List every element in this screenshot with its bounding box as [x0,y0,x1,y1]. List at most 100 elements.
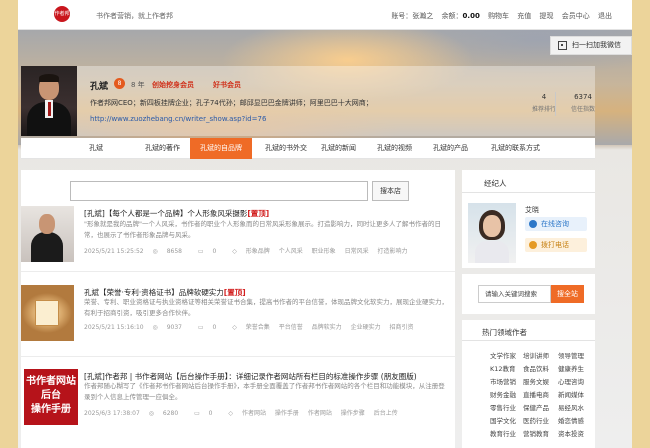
stat-divider [555,92,556,116]
agent-name: 艾晓 [525,206,539,214]
site-slogan: 书作者营销，就上作者邦 [96,12,173,20]
eye-icon: ◎ [148,410,156,417]
article-desc: 作者邦随心糊写了《作者邦书作者网站后台操作手册》，本手册全面覆盖了作者邦书作者网… [84,382,445,401]
article-tag[interactable]: 企业硬实力 [351,324,381,331]
divider [462,340,595,341]
hot-author-category[interactable]: 易经风水 [558,402,584,412]
article-tag[interactable]: 后台上传 [374,410,398,417]
hot-author-category[interactable]: 领导管理 [558,350,584,360]
store-search-button[interactable]: 搜本店 [372,181,409,201]
article-meta: 2025/5/21 15:25:52 ◎ 8658 ▭ 0 ◇ 形象品牌 个人风… [84,246,415,255]
hot-author-category[interactable]: 教育行业 [490,428,516,438]
tab-videos[interactable]: 孔斌的视频 [377,138,412,159]
hot-author-category[interactable]: 零售行业 [490,402,516,412]
article-tag[interactable]: 作者网站 [242,410,266,417]
article-tag[interactable]: 操作步骤 [341,410,365,417]
article-desc: 荣誉、专利、职业资格证与执业资格证等相关荣誉证书合集，提高书作者的平台信誉，体现… [84,298,448,317]
article-tag[interactable]: 招商引资 [390,324,414,331]
hot-author-category[interactable]: 新闻媒体 [558,389,584,399]
tab-book-diplomacy[interactable]: 孔斌的书外交 [265,138,307,159]
hot-author-category[interactable]: K12教育 [490,363,516,373]
profile-bio: 作者邦网CEO；新四板挂牌企业；孔子74代孙；邮邱显巴巴金牌讲师；阿里巴巴十大网… [90,99,373,107]
stat-value: 6374 [574,93,592,101]
tab-self-brand[interactable]: 孔斌的自品牌 [190,138,252,159]
nav-withdraw[interactable]: 提现 [540,12,554,20]
tab-works[interactable]: 孔斌的著作 [145,138,180,159]
article-thumbnail[interactable] [21,285,74,341]
site-logo[interactable]: 作者邦 [54,6,70,22]
article-tag[interactable]: 个人风采 [279,248,303,255]
tab-products[interactable]: 孔斌的产品 [433,138,468,159]
phone-icon [529,241,537,249]
wechat-qr-button[interactable]: 扫一扫加我微信 [550,36,632,55]
hot-author-category[interactable]: 财务金融 [490,389,516,399]
pinned-tag: [置顶] [223,288,246,297]
hot-author-category[interactable]: 食品饮料 [523,363,549,373]
divider [462,192,595,193]
hot-author-category[interactable]: 培训讲师 [523,350,549,360]
chat-icon [529,220,537,228]
article-tag[interactable]: 形象品牌 [246,248,270,255]
article-tag[interactable]: 日常风采 [345,248,369,255]
comments: ▭ 0 [197,248,217,255]
stat-recommend: 4 推荐排行 [522,93,566,113]
agent-photo [468,203,516,263]
tab-contact[interactable]: 孔斌的联系方式 [491,138,540,159]
article-thumbnail[interactable]: 书作者网站 后台 操作手册 [24,369,78,425]
online-consult-button[interactable]: 在线咨询 [525,217,587,231]
nav-logout[interactable]: 退出 [598,12,612,20]
article-tag[interactable]: 品牌软实力 [312,324,342,331]
pinned-tag: [置顶] [247,209,270,218]
hot-author-category[interactable]: 心理咨询 [558,376,584,386]
article-tag[interactable]: 平台信誉 [279,324,303,331]
article-date: 2025/5/21 15:16:10 [84,324,144,331]
eye-icon: ◎ [152,324,160,331]
article-title[interactable]: [孔斌]【每个人都是一个品牌】个人形象风采摄影[置顶] [84,208,269,219]
divider [21,271,455,272]
article-tag[interactable]: 荣誉合集 [246,324,270,331]
qr-code-icon [558,41,567,50]
stat-label: 推荐排行 [531,106,556,113]
nav-member-center[interactable]: 会员中心 [562,12,590,20]
article-tag[interactable]: 作者网站 [308,410,332,417]
hot-author-category[interactable]: 服务文娱 [523,376,549,386]
nav-recharge[interactable]: 充值 [517,12,531,20]
profile-tabs: 孔斌 孔斌的著作 孔斌的自品牌 孔斌的书外交 孔斌的新闻 孔斌的视频 孔斌的产品… [21,138,595,159]
tab-home[interactable]: 孔斌 [89,138,103,159]
site-search-input[interactable]: 请输入关键词搜索 [478,285,551,303]
agent-heading: 经纪人 [484,179,507,188]
hot-author-category[interactable]: 健康养生 [558,363,584,373]
store-search-input[interactable] [70,181,368,201]
tab-news[interactable]: 孔斌的新闻 [321,138,356,159]
article-thumbnail[interactable] [21,206,74,262]
hot-author-category[interactable]: 市场营销 [490,376,516,386]
balance-value: 0.00 [462,12,480,20]
stat-trust: 6374 信任指数 [561,93,605,113]
hot-author-category[interactable]: 医药行业 [523,415,549,425]
views: ◎ 8658 [152,248,182,255]
call-phone-button[interactable]: 拨打电话 [525,238,587,252]
hot-author-category[interactable]: 国学文化 [490,415,516,425]
comment-icon: ▭ [197,248,206,255]
article-date: 2025/5/21 15:25:52 [84,248,144,255]
hot-author-category[interactable]: 文学作家 [490,350,516,360]
hot-author-category[interactable]: 资本投资 [558,428,584,438]
balance-label: 余额： [441,12,463,20]
profile-name: 孔斌 [90,82,109,92]
hot-author-category[interactable]: 直播电商 [523,389,549,399]
tag-icon: ◇ [228,410,234,417]
hot-authors-heading: 热门领域作者 [482,328,527,337]
hot-author-category[interactable]: 婚恋情感 [558,415,584,425]
comment-icon: ▭ [194,410,202,417]
article-meta: 2025/5/21 15:16:10 ◎ 9037 ▭ 0 ◇ 荣誉合集 平台信… [84,322,421,331]
comments: ▭ 0 [197,324,217,331]
views: ◎ 9037 [152,324,182,331]
article-tag[interactable]: 操作手册 [275,410,299,417]
article-tag[interactable]: 职业形象 [312,248,336,255]
article-tag[interactable]: 打造影响力 [378,248,408,255]
hot-author-category[interactable]: 营销教育 [523,428,549,438]
nav-cart[interactable]: 购物车 [488,12,509,20]
profile-link[interactable]: http://www.zuozhebang.cn/writer_show.asp… [90,115,266,123]
hot-author-category[interactable]: 保健产品 [523,402,549,412]
site-search-button[interactable]: 搜全站 [551,285,584,303]
